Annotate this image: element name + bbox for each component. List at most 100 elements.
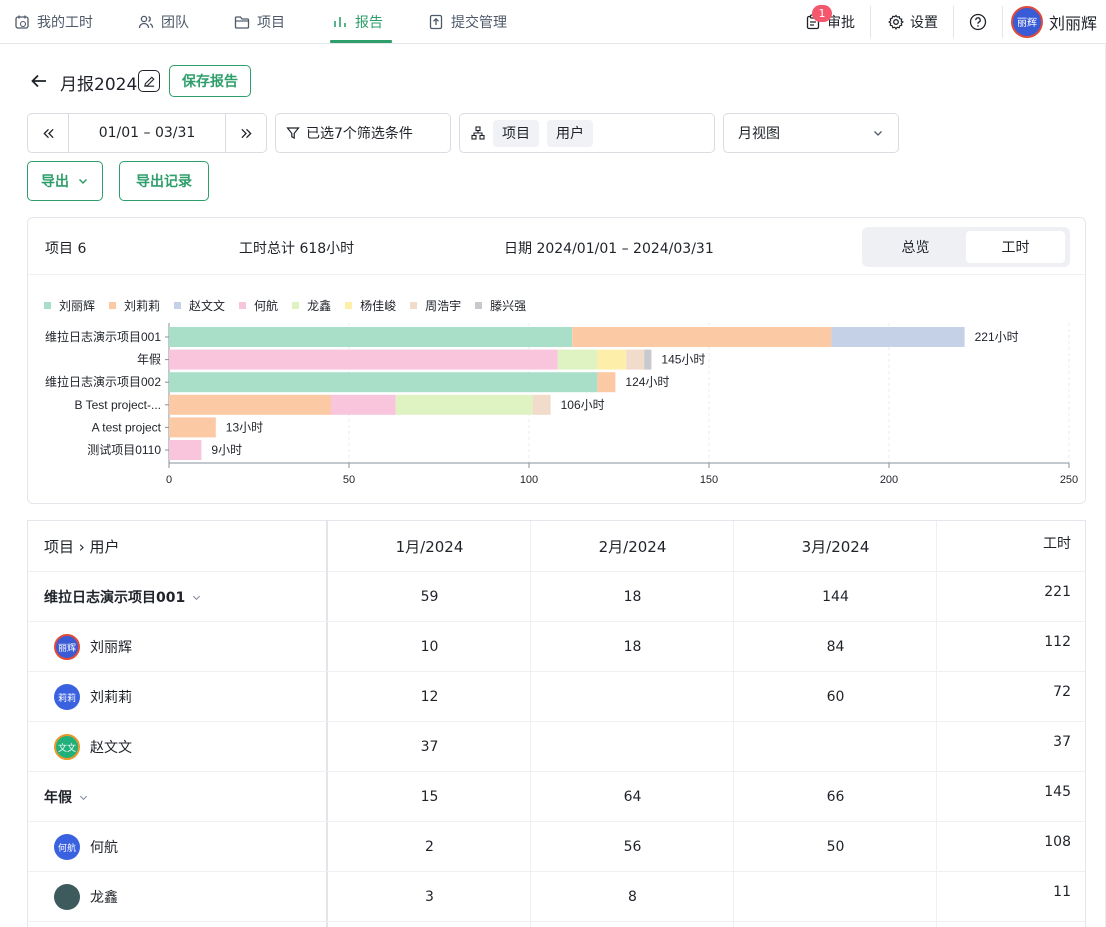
bar-segment bbox=[169, 440, 202, 460]
legend-item[interactable]: 龙鑫 bbox=[292, 297, 331, 314]
next-period-button[interactable] bbox=[225, 114, 266, 152]
settings-button[interactable]: 设置 bbox=[888, 0, 938, 43]
legend-item[interactable]: 滕兴强 bbox=[475, 297, 526, 314]
tab-hours[interactable]: 工时 bbox=[966, 231, 1065, 263]
user-name: 何航 bbox=[90, 840, 118, 856]
user-avatar: 何航 bbox=[54, 834, 80, 860]
user-cell: 丽辉 刘丽辉 bbox=[54, 622, 132, 672]
legend-swatch bbox=[292, 302, 300, 309]
category-label: 维拉日志演示项目002 bbox=[45, 374, 161, 389]
bar-segment bbox=[572, 327, 832, 347]
legend-swatch bbox=[345, 302, 353, 309]
row-total-hours: 112 bbox=[1044, 634, 1071, 650]
bar-segment bbox=[169, 349, 558, 370]
month-3-value: 66 bbox=[826, 789, 845, 805]
legend-label: 赵文文 bbox=[189, 299, 226, 313]
nav-label: 提交管理 bbox=[451, 14, 507, 31]
back-arrow-icon[interactable] bbox=[30, 72, 48, 90]
bar-total-label: 13小时 bbox=[226, 420, 263, 434]
export-button[interactable]: 导出 bbox=[27, 161, 103, 201]
bar-total-label: 9小时 bbox=[211, 443, 242, 457]
save-report-button[interactable]: 保存报告 bbox=[169, 65, 251, 97]
group-by-selector[interactable]: 项目 用户 bbox=[459, 113, 715, 153]
bar-segment bbox=[169, 417, 216, 438]
month-1-value: 59 bbox=[420, 589, 439, 605]
bar-segment bbox=[169, 394, 331, 415]
nav-submissions[interactable]: 提交管理 bbox=[428, 0, 507, 43]
user-avatar: 丽辉 bbox=[54, 634, 80, 660]
nav-my-hours[interactable]: 我的工时 bbox=[14, 0, 93, 43]
bar-segment bbox=[395, 394, 533, 415]
group-label: 年假 bbox=[44, 790, 72, 806]
legend-item[interactable]: 刘丽辉 bbox=[44, 297, 95, 314]
month-1-value: 2 bbox=[425, 839, 434, 855]
nav-projects[interactable]: 项目 bbox=[234, 0, 285, 43]
table-group-row[interactable]: 年假 15 64 66 145 bbox=[28, 772, 1085, 822]
double-chevron-left-icon bbox=[42, 128, 54, 138]
group-tag-user[interactable]: 用户 bbox=[547, 119, 593, 147]
x-tick-label: 0 bbox=[166, 474, 172, 486]
group-name[interactable]: 年假 bbox=[44, 772, 89, 822]
prev-period-button[interactable] bbox=[28, 114, 69, 152]
table-row[interactable]: 丽辉 刘丽辉 10 18 84 112 bbox=[28, 622, 1085, 672]
bar-segment bbox=[557, 349, 598, 370]
category-label: 测试项目0110 bbox=[87, 442, 161, 457]
group-name[interactable]: 维拉日志演示项目001 bbox=[44, 572, 202, 622]
group-tag-project[interactable]: 项目 bbox=[493, 119, 539, 147]
user-avatar: 文文 bbox=[54, 734, 80, 760]
nav-team[interactable]: 团队 bbox=[138, 0, 189, 43]
nav-reports[interactable]: 报告 bbox=[332, 0, 383, 43]
legend-item[interactable]: 杨佳峻 bbox=[345, 297, 396, 314]
active-tab-indicator bbox=[330, 40, 392, 43]
table-row[interactable]: 莉莉 刘莉莉 12 60 72 bbox=[28, 672, 1085, 722]
row-total-hours: 145 bbox=[1044, 784, 1071, 800]
month-3-value bbox=[734, 872, 937, 922]
table-row[interactable]: 文文 赵文文 37 37 bbox=[28, 722, 1085, 772]
month-2-value: 8 bbox=[628, 889, 637, 905]
help-button[interactable] bbox=[969, 0, 987, 43]
bar-segment bbox=[626, 349, 645, 370]
edit-title-button[interactable] bbox=[138, 70, 160, 92]
date-range-value[interactable]: 01/01 – 03/31 bbox=[69, 125, 225, 141]
bar-segment bbox=[597, 349, 627, 370]
legend-item[interactable]: 何航 bbox=[239, 297, 278, 314]
view-select[interactable]: 月视图 bbox=[723, 113, 899, 153]
legend-label: 刘莉莉 bbox=[124, 299, 161, 313]
legend-item[interactable]: 赵文文 bbox=[174, 297, 225, 314]
filter-icon bbox=[286, 127, 300, 139]
date-range-picker: 01/01 – 03/31 bbox=[27, 113, 267, 153]
bar-segment bbox=[831, 327, 965, 347]
month-3-value: 144 bbox=[822, 589, 849, 605]
approval-button[interactable]: 审批 bbox=[805, 0, 855, 43]
tab-overview[interactable]: 总览 bbox=[866, 231, 965, 263]
legend-label: 杨佳峻 bbox=[360, 299, 397, 313]
row-total-hours: 11 bbox=[1053, 884, 1071, 900]
top-nav: 我的工时 团队 项目 报告 提交管理 审批 1 设置 丽辉 刘丽辉 bbox=[0, 0, 1106, 44]
x-tick-label: 250 bbox=[1060, 474, 1078, 486]
folder-icon bbox=[234, 15, 250, 29]
legend-item[interactable]: 刘莉莉 bbox=[109, 297, 160, 314]
user-name: 刘丽辉 bbox=[90, 640, 132, 656]
legend-label: 何航 bbox=[254, 299, 279, 313]
x-tick-label: 200 bbox=[880, 474, 898, 486]
user-menu[interactable]: 丽辉 刘丽辉 bbox=[1011, 0, 1097, 43]
legend-swatch bbox=[44, 302, 51, 309]
chart-legend: 刘丽辉 刘莉莉 赵文文 何航 龙鑫 杨佳峻 周浩宇 滕兴强 bbox=[44, 297, 540, 314]
month-2-value: 18 bbox=[623, 639, 642, 655]
legend-label: 滕兴强 bbox=[490, 299, 527, 313]
report-title: 月报2024 bbox=[60, 75, 138, 95]
table-row[interactable]: 龙鑫 3 8 11 bbox=[28, 872, 1085, 922]
table-group-row[interactable]: 维拉日志演示项目001 59 18 144 221 bbox=[28, 572, 1085, 622]
legend-label: 龙鑫 bbox=[307, 299, 332, 313]
legend-swatch bbox=[410, 302, 418, 309]
export-history-button[interactable]: 导出记录 bbox=[119, 161, 209, 201]
category-label: A test project bbox=[92, 420, 162, 434]
settings-label: 设置 bbox=[910, 14, 938, 31]
clock-calendar-icon bbox=[15, 15, 29, 29]
nav-label: 项目 bbox=[257, 14, 285, 31]
table-row[interactable]: 何航 何航 2 56 50 108 bbox=[28, 822, 1085, 872]
legend-item[interactable]: 周浩宇 bbox=[410, 297, 461, 314]
header-project-user: 项目 › 用户 bbox=[44, 538, 120, 556]
filter-button[interactable]: 已选7个筛选条件 bbox=[275, 113, 451, 153]
report-table: 项目 › 用户 1月/2024 2月/2024 3月/2024 工时 维拉日志演… bbox=[27, 520, 1086, 927]
